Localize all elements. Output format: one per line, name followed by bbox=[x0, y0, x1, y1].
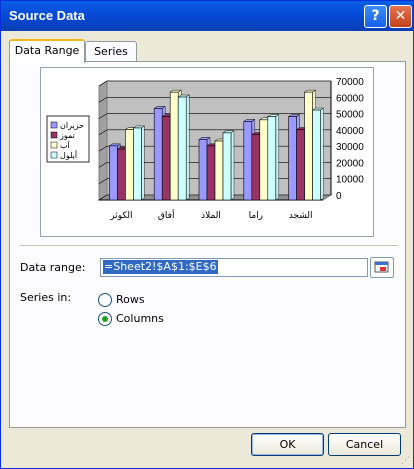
chart-svg: 0 10000 20000 30000 40000 50000 60000 70000 الكو… bbox=[46, 77, 364, 221]
separator bbox=[20, 245, 398, 247]
bar bbox=[267, 116, 277, 201]
x-tick-label: الكوثر bbox=[109, 211, 132, 221]
legend-label: أيلول bbox=[60, 150, 77, 160]
bar bbox=[125, 129, 134, 201]
bar-side bbox=[185, 94, 190, 201]
source-data-dialog: Source Data ? ✕ Data Range Series 0 10000… bbox=[0, 0, 414, 469]
data-range-label: Data range: bbox=[20, 261, 86, 274]
bar bbox=[296, 129, 305, 201]
x-tick-label: الملاذ bbox=[201, 211, 221, 221]
bar bbox=[109, 145, 118, 201]
tab-data-range[interactable]: Data Range bbox=[9, 39, 85, 63]
bar bbox=[206, 145, 216, 201]
y-tick-label: 0 bbox=[336, 191, 342, 202]
bar bbox=[133, 127, 142, 201]
bar bbox=[243, 121, 253, 201]
data-range-panel: 0 10000 20000 30000 40000 50000 60000 70000 الكو… bbox=[9, 61, 406, 428]
window-title: Source Data bbox=[9, 8, 85, 23]
chart-preview: 0 10000 20000 30000 40000 50000 60000 70000 الكو… bbox=[40, 67, 374, 237]
bar-side bbox=[275, 114, 280, 201]
bar bbox=[304, 91, 313, 201]
bar-side bbox=[320, 107, 324, 201]
bar bbox=[117, 148, 126, 201]
plot-side-wall bbox=[98, 80, 108, 201]
title-bar: Source Data ? ✕ bbox=[1, 1, 413, 31]
tab-series[interactable]: Series bbox=[85, 41, 137, 62]
bar bbox=[251, 134, 261, 201]
bar bbox=[198, 139, 208, 201]
y-tick-label: 20000 bbox=[336, 158, 364, 169]
columns-radio[interactable] bbox=[98, 312, 112, 326]
bar bbox=[288, 116, 297, 201]
y-tick-label: 70000 bbox=[336, 77, 364, 88]
collapse-dialog-button[interactable] bbox=[370, 257, 394, 278]
ok-button[interactable]: OK bbox=[251, 433, 324, 456]
rows-radio[interactable] bbox=[98, 293, 112, 307]
range-picker-icon bbox=[374, 261, 389, 273]
columns-label[interactable]: Columns bbox=[116, 312, 164, 325]
bar-side bbox=[141, 125, 145, 201]
y-tick-label: 50000 bbox=[336, 110, 364, 121]
legend-swatch bbox=[50, 121, 58, 129]
cancel-button[interactable]: Cancel bbox=[328, 433, 401, 456]
x-tick-label: الشجد bbox=[289, 211, 313, 221]
legend-swatch bbox=[50, 131, 58, 139]
x-tick-label: أفاق bbox=[158, 209, 175, 221]
rows-label[interactable]: Rows bbox=[116, 293, 145, 306]
y-tick-label: 60000 bbox=[336, 93, 364, 104]
bar bbox=[153, 108, 163, 201]
bar bbox=[312, 109, 321, 201]
bar bbox=[214, 140, 224, 201]
legend-swatch bbox=[50, 151, 58, 159]
data-range-input[interactable]: =Sheet2!$A$1:$E$6 bbox=[100, 258, 368, 277]
y-tick-label: 30000 bbox=[336, 142, 364, 153]
legend-swatch bbox=[50, 141, 58, 149]
legend-label: تموز bbox=[59, 131, 75, 140]
bar-side bbox=[230, 130, 235, 201]
bar bbox=[259, 119, 269, 201]
y-tick-label: 10000 bbox=[336, 175, 364, 186]
data-range-value: =Sheet2!$A$1:$E$6 bbox=[103, 260, 218, 274]
bar bbox=[177, 96, 187, 201]
series-in-label: Series in: bbox=[20, 291, 72, 304]
bar bbox=[169, 91, 179, 201]
help-button[interactable]: ? bbox=[364, 5, 387, 28]
x-tick-label: راما bbox=[249, 211, 263, 221]
legend-label: حزيران bbox=[60, 121, 84, 130]
bar bbox=[161, 116, 171, 201]
radio-selected-dot bbox=[102, 316, 108, 322]
close-button[interactable]: ✕ bbox=[389, 5, 412, 28]
resize-grip-icon[interactable]: ⋰ bbox=[401, 456, 411, 466]
bar bbox=[222, 132, 232, 201]
legend-label: آب bbox=[60, 140, 71, 150]
y-tick-label: 40000 bbox=[336, 126, 364, 137]
